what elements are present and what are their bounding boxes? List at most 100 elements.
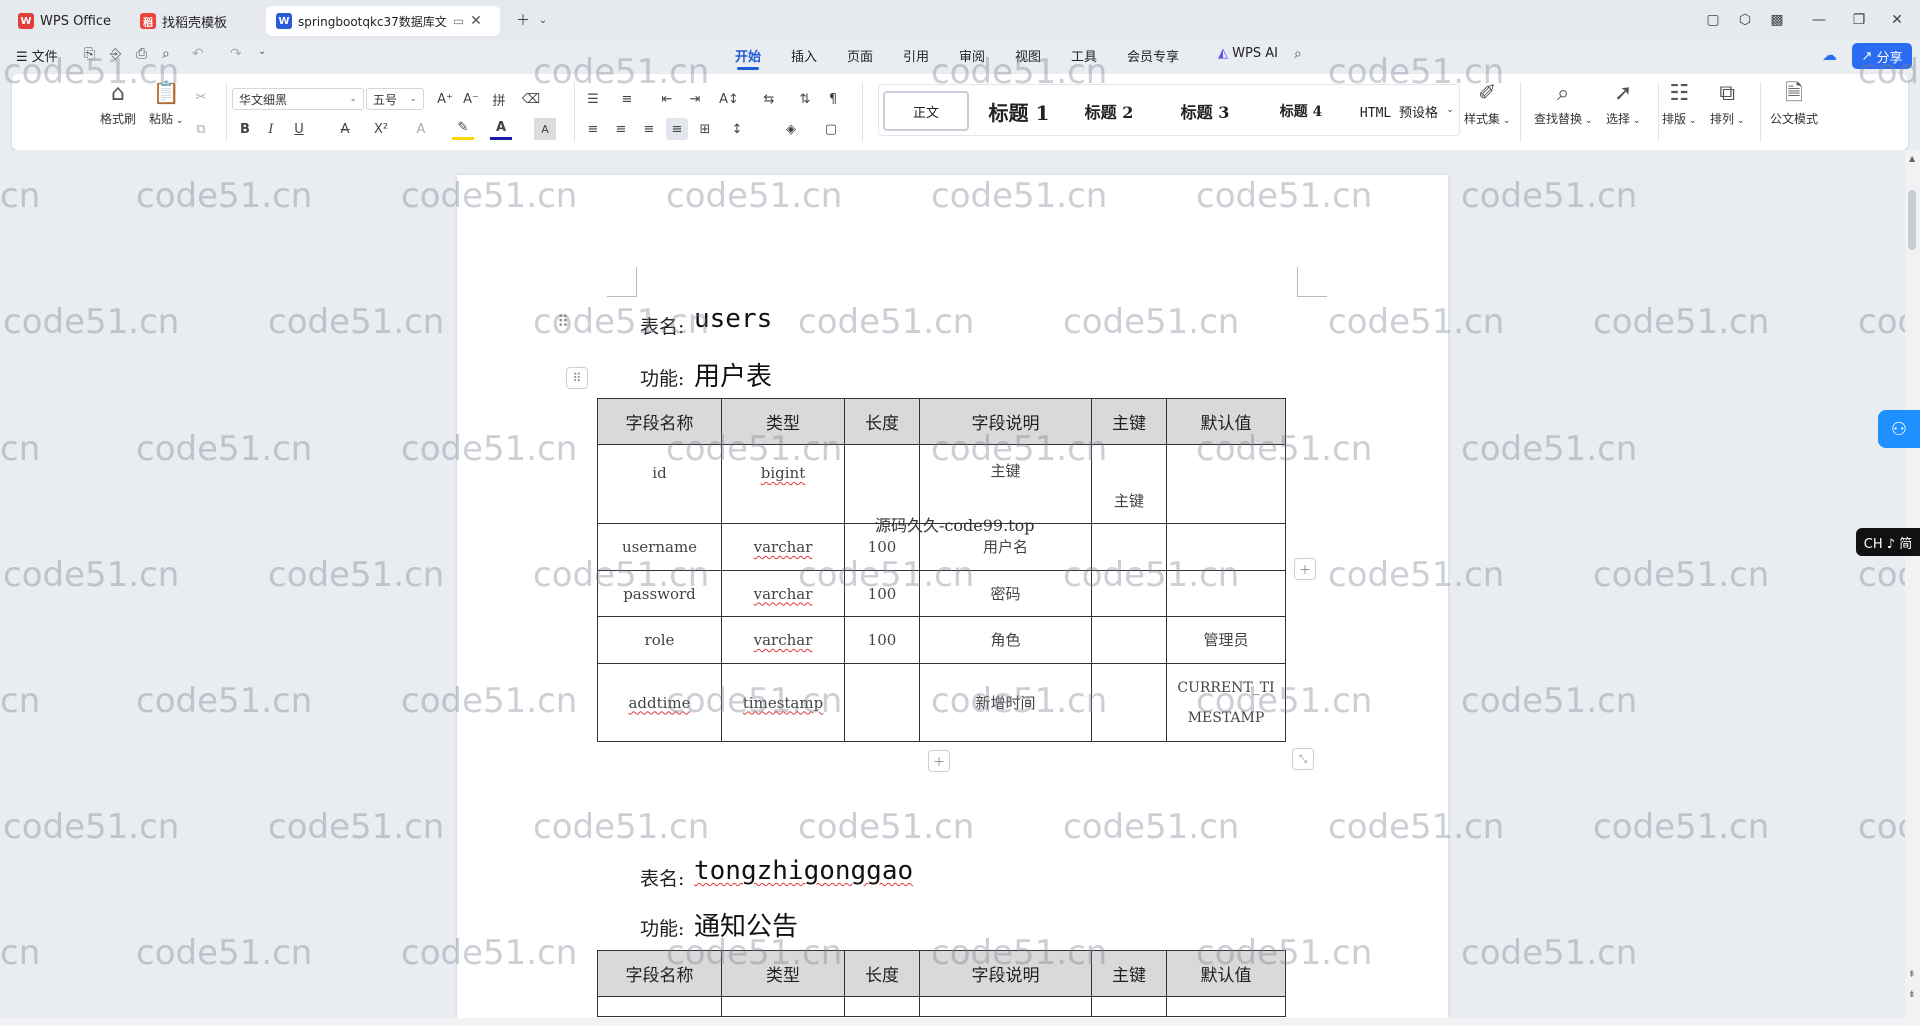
quick-access-chevron-icon[interactable]: ⌄ (258, 46, 266, 57)
cell-pk[interactable] (1091, 663, 1167, 742)
style-heading-3[interactable]: 标题 3 (1165, 91, 1245, 131)
add-column-icon[interactable]: ＋ (1294, 558, 1316, 580)
prev-page-icon[interactable]: ⇞ (1908, 970, 1916, 980)
table-row[interactable]: role varchar 100 角色 管理员 (597, 616, 1286, 664)
floating-assistant-button[interactable]: ⚇ (1878, 410, 1920, 448)
align-center-icon[interactable]: ≡ (610, 118, 632, 140)
cell-empty[interactable] (844, 996, 920, 1017)
cell-default[interactable] (1166, 570, 1286, 617)
border-icon[interactable]: ▢ (820, 118, 842, 140)
align-left-icon[interactable]: ≡ (582, 118, 604, 140)
copy-icon[interactable]: ⧉ (190, 118, 212, 140)
minimize-icon[interactable]: — (1806, 8, 1832, 32)
cell-field[interactable]: role (597, 616, 722, 664)
text-effect-icon[interactable]: A (410, 118, 432, 140)
table-row[interactable]: username varchar 100 用户名 (597, 523, 1286, 571)
schema-table-users[interactable]: 字段名称 类型 长度 字段说明 主键 默认值 id bigint 主键 主键 u… (597, 398, 1286, 742)
cell-field[interactable]: id (597, 444, 722, 524)
window-tile-icon[interactable]: ▢ (1700, 8, 1726, 32)
cell-type[interactable]: varchar (721, 616, 845, 664)
cell-desc[interactable]: 密码 (919, 570, 1092, 617)
wps-ai-button[interactable]: ◭ WPS AI (1218, 46, 1278, 61)
font-color-icon[interactable]: A (490, 118, 512, 140)
menu-tab-review[interactable]: 审阅 (959, 46, 985, 65)
restore-icon[interactable]: ❐ (1846, 8, 1872, 32)
cell-pk[interactable] (1091, 570, 1167, 617)
cell-empty[interactable] (597, 996, 722, 1017)
cell-empty[interactable] (1091, 996, 1167, 1017)
layout-button[interactable]: ☷ 排版 ⌄ (1662, 82, 1696, 127)
cell-desc[interactable]: 主键 (919, 444, 1092, 524)
style-heading-2[interactable]: 标题 2 (1069, 91, 1149, 131)
share-button[interactable]: ↗ 分享 (1852, 43, 1912, 69)
official-mode-button[interactable]: 🗎 公文模式 (1770, 82, 1818, 127)
cell-length[interactable]: 100 (844, 616, 920, 664)
font-name-select[interactable]: 华文细黑 ⌄ (232, 88, 364, 110)
cell-field[interactable]: password (597, 570, 722, 617)
underline-icon[interactable]: U (288, 118, 310, 140)
export-icon[interactable]: ⎆ (110, 46, 121, 62)
next-page-icon[interactable]: ⇟ (1908, 990, 1916, 1000)
cell-pk[interactable]: 主键 (1091, 444, 1167, 524)
scroll-up-icon[interactable]: ▲ (1909, 154, 1915, 163)
close-icon[interactable]: ✕ (470, 13, 482, 29)
table-row[interactable]: addtime timestamp 新增时间 CURRENT_TIMESTAMP (597, 663, 1286, 742)
cell-empty[interactable] (721, 996, 845, 1017)
cube-icon[interactable]: ⬡ (1732, 8, 1758, 32)
find-replace-button[interactable]: ⌕ 查找替换 ⌄ (1534, 82, 1592, 127)
vertical-scrollbar[interactable]: ▲ ⇞ ⇟ (1905, 150, 1920, 1018)
decrease-indent-icon[interactable]: ⇤ (656, 88, 678, 110)
print-preview-icon[interactable]: ⌕ (162, 46, 170, 62)
cloud-upload-icon[interactable]: ☁ (1822, 46, 1837, 64)
distributed-icon[interactable]: ⊞ (694, 118, 716, 140)
cut-icon[interactable]: ✂ (190, 86, 212, 108)
cell-length[interactable] (844, 444, 920, 524)
menu-tab-references[interactable]: 引用 (903, 46, 929, 65)
menu-tab-view[interactable]: 视图 (1015, 46, 1041, 65)
style-heading-4[interactable]: 标题 4 (1261, 91, 1341, 131)
clear-format-icon[interactable]: ⌫ (520, 88, 542, 110)
cell-desc[interactable]: 角色 (919, 616, 1092, 664)
show-marks-icon[interactable]: ¶ (822, 88, 844, 110)
cell-type[interactable]: timestamp (721, 663, 845, 742)
search-icon[interactable]: ⌕ (1294, 46, 1302, 62)
shading-icon[interactable]: ◈ (780, 118, 802, 140)
add-row-icon[interactable]: ＋ (928, 750, 950, 772)
cell-pk[interactable] (1091, 616, 1167, 664)
select-button[interactable]: ➚ 选择 ⌄ (1606, 82, 1640, 127)
cell-type[interactable]: varchar (721, 570, 845, 617)
cell-empty[interactable] (1166, 996, 1286, 1017)
char-shading-icon[interactable]: A (534, 118, 556, 140)
paragraph-handle-icon[interactable]: ⠿ (566, 367, 588, 389)
menu-tab-tools[interactable]: 工具 (1071, 46, 1097, 65)
bold-icon[interactable]: B (234, 118, 256, 140)
cell-default[interactable] (1166, 523, 1286, 571)
undo-icon[interactable]: ↶ (192, 46, 204, 62)
drag-handle-icon[interactable]: ⠿ (552, 310, 574, 332)
table-row[interactable]: password varchar 100 密码 (597, 570, 1286, 617)
sort-icon[interactable]: ⇅ (794, 88, 816, 110)
line-spacing-icon[interactable]: ↕ (726, 118, 748, 140)
print-icon[interactable]: ⎙ (136, 46, 147, 62)
redo-icon[interactable]: ↷ (230, 46, 242, 62)
shrink-font-icon[interactable]: A⁻ (460, 88, 482, 110)
style-heading-1[interactable]: 标题 1 (979, 91, 1059, 131)
schema-table-tongzhigonggao[interactable]: 字段名称 类型 长度 字段说明 主键 默认值 (597, 950, 1286, 1017)
bullet-list-icon[interactable]: ☰ (582, 88, 604, 110)
cell-default[interactable] (1166, 444, 1286, 524)
cell-length[interactable]: 100 (844, 523, 920, 571)
font-size-select[interactable]: 五号 ⌄ (366, 88, 424, 110)
table-resize-icon[interactable]: ⤡ (1292, 748, 1314, 770)
tab-docer[interactable]: 稻 找稻壳模板 (130, 6, 258, 36)
phonetic-guide-icon[interactable]: 拼 (488, 88, 510, 110)
cell-field[interactable]: username (597, 523, 722, 571)
strikethrough-icon[interactable]: A (334, 118, 356, 140)
save-icon[interactable]: ⎘ (84, 46, 95, 62)
paste-button[interactable]: 📋 粘贴 ⌄ (149, 82, 183, 127)
grow-font-icon[interactable]: A⁺ (434, 88, 456, 110)
cell-pk[interactable] (1091, 523, 1167, 571)
style-normal[interactable]: 正文 (883, 91, 969, 131)
style-set-button[interactable]: ✐ 样式集 ⌄ (1464, 82, 1510, 127)
align-right-icon[interactable]: ≡ (638, 118, 660, 140)
cell-default[interactable]: 管理员 (1166, 616, 1286, 664)
